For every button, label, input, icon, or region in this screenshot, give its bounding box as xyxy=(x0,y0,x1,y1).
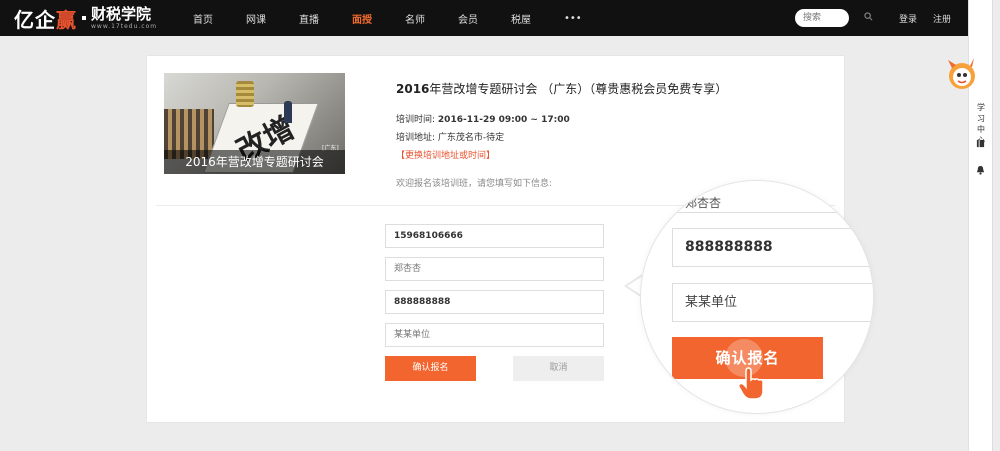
registration-prompt: 欢迎报名该培训班，请您填写如下信息: xyxy=(396,179,553,189)
course-title-year: 2016 xyxy=(396,82,430,96)
banner-title: 2016年营改增专题研讨会 xyxy=(164,150,345,174)
search-icon[interactable] xyxy=(864,12,873,21)
magnified-name-field: 郑杏杏 xyxy=(672,181,873,213)
nav-item-home[interactable]: 首页 xyxy=(193,11,213,26)
nav-item-online-courses[interactable]: 网课 xyxy=(246,11,266,26)
search-input[interactable]: 搜索 xyxy=(795,9,849,27)
logo-brand: 亿企赢 xyxy=(14,7,77,32)
window-edge xyxy=(992,0,1000,451)
logo-sub-title: 财税学院 xyxy=(91,4,152,23)
magnifier-callout: 郑杏杏 888888888 某某单位 确认报名 xyxy=(641,181,873,413)
banner-coins xyxy=(236,81,254,107)
bell-icon[interactable] xyxy=(976,165,985,175)
company-field[interactable]: 某某单位 xyxy=(385,323,604,347)
course-banner-image: 改增 [广东] 2016年营改增专题研讨会 xyxy=(164,73,345,174)
training-time-label: 培训时间: xyxy=(396,115,436,125)
training-time: 培训时间: 2016-11-29 09:00 ~ 17:00 xyxy=(396,112,570,125)
nav-item-in-person[interactable]: 面授 xyxy=(352,11,372,26)
id-number-field[interactable]: 888888888 xyxy=(385,290,604,314)
confirm-registration-button[interactable]: 确认报名 xyxy=(385,356,476,381)
phone-field[interactable]: 15968106666 xyxy=(385,224,604,248)
course-title-rest: 年营改增专题研讨会 （广东）（尊贵惠税会员免费专享） xyxy=(429,82,728,96)
logo-sub: 财税学院 www.17tedu.com xyxy=(91,4,158,30)
magnified-company-field: 某某单位 xyxy=(672,283,873,322)
training-address-value: 广东茂名市-待定 xyxy=(437,133,505,143)
nav-item-more[interactable]: ••• xyxy=(564,13,582,24)
mascot-icon[interactable] xyxy=(944,54,978,94)
training-address: 培训地址: 广东茂名市-待定 xyxy=(396,130,504,143)
nav-item-live[interactable]: 直播 xyxy=(299,11,319,26)
magnified-id-field: 888888888 xyxy=(672,228,873,267)
register-link[interactable]: 注册 xyxy=(933,12,951,25)
top-nav-bar: 亿企赢 财税学院 www.17tedu.com 首页 网课 直播 面授 名师 会… xyxy=(0,0,968,36)
login-link[interactable]: 登录 xyxy=(899,12,917,25)
banner-figure xyxy=(284,101,292,123)
cancel-button[interactable]: 取消 xyxy=(513,356,604,381)
logo-brand-accent: 赢 xyxy=(56,7,77,32)
training-address-label: 培训地址: xyxy=(396,133,436,143)
course-title: 2016年营改增专题研讨会 （广东）（尊贵惠税会员免费专享） xyxy=(396,80,727,97)
nav-item-teachers[interactable]: 名师 xyxy=(405,11,425,26)
site-logo[interactable]: 亿企赢 财税学院 www.17tedu.com xyxy=(14,4,157,32)
book-icon[interactable] xyxy=(976,139,985,148)
logo-url: www.17tedu.com xyxy=(91,22,158,30)
change-address-link[interactable]: 【更换培训地址或时间】 xyxy=(396,148,495,161)
nav-item-tax-house[interactable]: 税屋 xyxy=(511,11,531,26)
logo-dot xyxy=(82,16,86,20)
name-field[interactable]: 郑杏杏 xyxy=(385,257,604,281)
pointing-hand-icon xyxy=(738,367,764,400)
training-time-value: 2016-11-29 09:00 ~ 17:00 xyxy=(437,115,570,125)
nav-item-membership[interactable]: 会员 xyxy=(458,11,478,26)
